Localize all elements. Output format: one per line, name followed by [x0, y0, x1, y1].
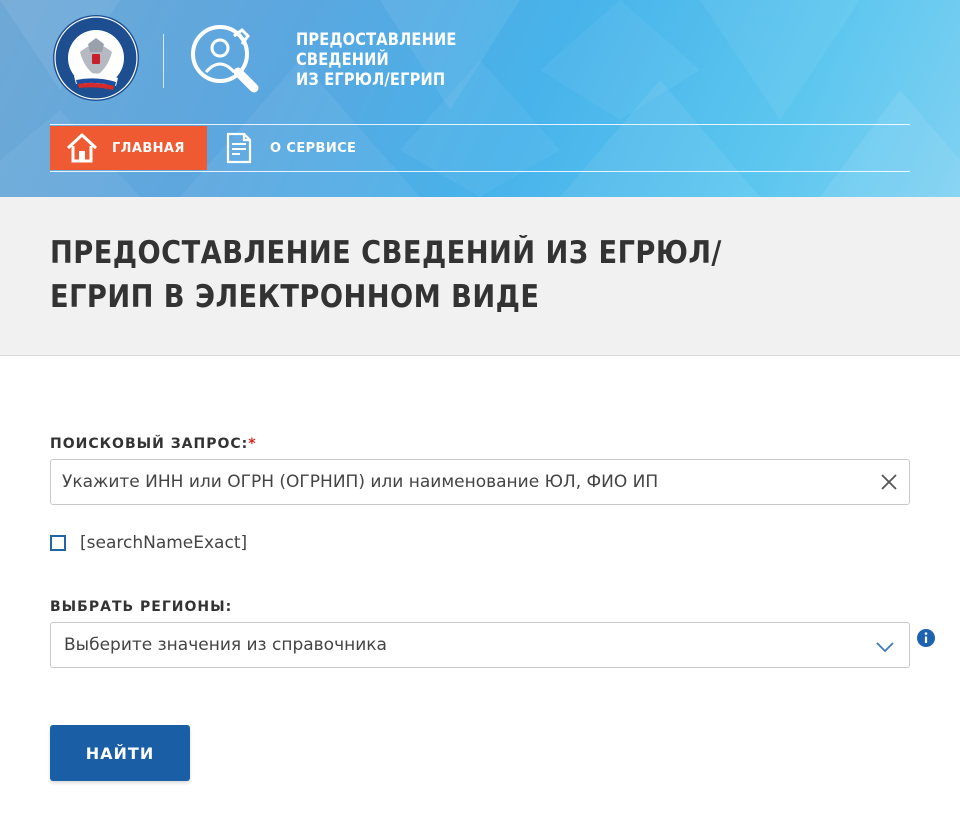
exact-name-label: [searchNameExact]	[80, 533, 248, 553]
nav-item-home-label: ГЛАВНАЯ	[112, 140, 185, 156]
service-title-line-2: СВЕДЕНИЙ	[296, 50, 389, 70]
exact-name-row: [searchNameExact]	[50, 531, 247, 555]
search-button[interactable]: НАЙТИ	[50, 725, 190, 781]
site-header: ПРЕДОСТАВЛЕНИЕ СВЕДЕНИЙ ИЗ ЕГРЮЛ/ЕГРИП Г…	[0, 0, 960, 197]
search-input[interactable]	[62, 460, 862, 504]
close-icon[interactable]	[879, 472, 899, 492]
regions-label: ВЫБРАТЬ РЕГИОНЫ:	[50, 599, 233, 615]
nav-item-about[interactable]: О СЕРВИСЕ	[222, 126, 422, 170]
required-mark: *	[248, 436, 257, 452]
search-field	[50, 459, 910, 505]
chevron-down-icon	[876, 642, 894, 653]
nav-item-home[interactable]: ГЛАВНАЯ	[50, 126, 207, 170]
header-divider	[163, 34, 164, 88]
document-icon	[226, 132, 252, 164]
service-logo-icon	[191, 25, 259, 93]
search-label: ПОИСКОВЫЙ ЗАПРОС:*	[50, 436, 257, 452]
search-label-text: ПОИСКОВЫЙ ЗАПРОС:	[50, 436, 249, 452]
fns-logo-icon[interactable]	[52, 14, 140, 102]
service-title: ПРЕДОСТАВЛЕНИЕ СВЕДЕНИЙ ИЗ ЕГРЮЛ/ЕГРИП	[296, 30, 457, 90]
home-icon	[66, 133, 98, 163]
search-form: ПОИСКОВЫЙ ЗАПРОС:* [searchNameExact] ВЫБ…	[0, 356, 960, 821]
service-title-line-1: ПРЕДОСТАВЛЕНИЕ	[296, 30, 457, 50]
nav-item-about-label: О СЕРВИСЕ	[270, 140, 357, 156]
info-icon[interactable]	[916, 628, 936, 648]
exact-name-checkbox[interactable]	[50, 535, 66, 551]
service-title-line-3: ИЗ ЕГРЮЛ/ЕГРИП	[296, 70, 446, 90]
regions-select-value: Выберите значения из справочника	[64, 635, 387, 655]
main-nav: ГЛАВНАЯ О СЕРВИСЕ	[50, 124, 910, 172]
page-title: ПРЕДОСТАВЛЕНИЕ СВЕДЕНИЙ ИЗ ЕГРЮЛ/ЕГРИП В…	[50, 235, 722, 315]
regions-select[interactable]: Выберите значения из справочника	[50, 622, 910, 668]
page-banner: ПРЕДОСТАВЛЕНИЕ СВЕДЕНИЙ ИЗ ЕГРЮЛ/ЕГРИП В…	[0, 197, 960, 356]
